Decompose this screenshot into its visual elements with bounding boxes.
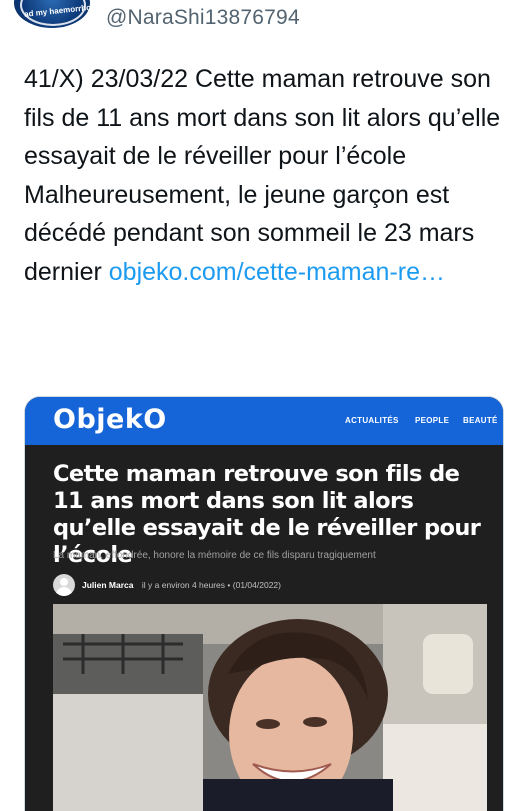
tweet-body: 41/X) 23/03/22 Cette maman retrouve son … bbox=[24, 65, 501, 286]
nav-item-people: PEOPLE bbox=[415, 416, 450, 425]
article-subtitle: La maman, effondrée, honore la mémoire d… bbox=[53, 550, 376, 561]
site-logo: ObjekO bbox=[53, 404, 167, 435]
profile-avatar[interactable]: ad my haemorrhoid bbox=[14, 0, 90, 28]
article-meta: Julien Marca il y a environ 4 heures • (… bbox=[82, 580, 281, 590]
author-avatar bbox=[53, 574, 75, 596]
link-preview-card[interactable]: ObjekO ACTUALITÉS PEOPLE BEAUTÉ Cette ma… bbox=[24, 396, 504, 811]
nav-item-beaute: BEAUTÉ bbox=[463, 416, 498, 425]
tweet-link[interactable]: objeko.com/cette-maman-re… bbox=[109, 258, 445, 286]
article-time: il y a environ 4 heures bbox=[141, 580, 226, 590]
article-photo bbox=[53, 604, 487, 811]
nav-item-actualites: ACTUALITÉS bbox=[345, 416, 399, 425]
article-date: (01/04/2022) bbox=[232, 580, 281, 590]
user-handle[interactable]: @NaraShi13876794 bbox=[106, 6, 300, 30]
author-name: Julien Marca bbox=[82, 580, 134, 590]
site-header: ObjekO ACTUALITÉS PEOPLE BEAUTÉ bbox=[25, 397, 503, 445]
meta-separator: • bbox=[227, 580, 231, 590]
tweet-text: 41/X) 23/03/22 Cette maman retrouve son … bbox=[24, 60, 504, 291]
